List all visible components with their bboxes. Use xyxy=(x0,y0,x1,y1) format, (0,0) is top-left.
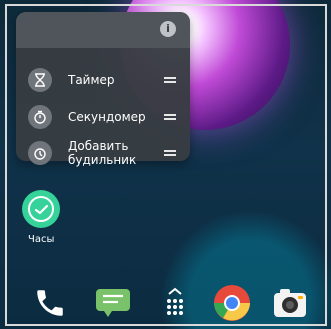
home-screen: i Таймер Секундомер Добавить будильник Ч… xyxy=(0,0,331,329)
shortcut-stopwatch[interactable]: Секундомер xyxy=(16,102,190,132)
messages-icon[interactable] xyxy=(93,283,133,323)
drag-handle-icon[interactable] xyxy=(164,77,176,83)
info-icon[interactable]: i xyxy=(160,21,176,37)
app-drawer-icon[interactable] xyxy=(155,283,195,323)
shortcut-add-alarm[interactable]: Добавить будильник xyxy=(16,136,190,170)
shortcut-label: Секундомер xyxy=(68,110,146,124)
chrome-icon[interactable] xyxy=(212,283,252,323)
alarm-icon xyxy=(28,141,52,165)
hourglass-icon xyxy=(28,68,52,92)
drag-handle-icon[interactable] xyxy=(164,150,176,156)
clock-app-label: Часы xyxy=(28,234,55,245)
clock-app-icon[interactable] xyxy=(22,190,60,228)
camera-icon[interactable] xyxy=(270,283,310,323)
shortcut-label: Добавить будильник xyxy=(68,139,137,167)
stopwatch-icon xyxy=(28,105,52,129)
popup-header: i xyxy=(16,12,190,48)
shortcut-timer[interactable]: Таймер xyxy=(16,65,190,95)
shortcut-label: Таймер xyxy=(68,73,115,87)
app-shortcuts-popup: i Таймер Секундомер Добавить будильник xyxy=(16,12,190,167)
phone-icon[interactable] xyxy=(30,283,70,323)
drag-handle-icon[interactable] xyxy=(164,114,176,120)
